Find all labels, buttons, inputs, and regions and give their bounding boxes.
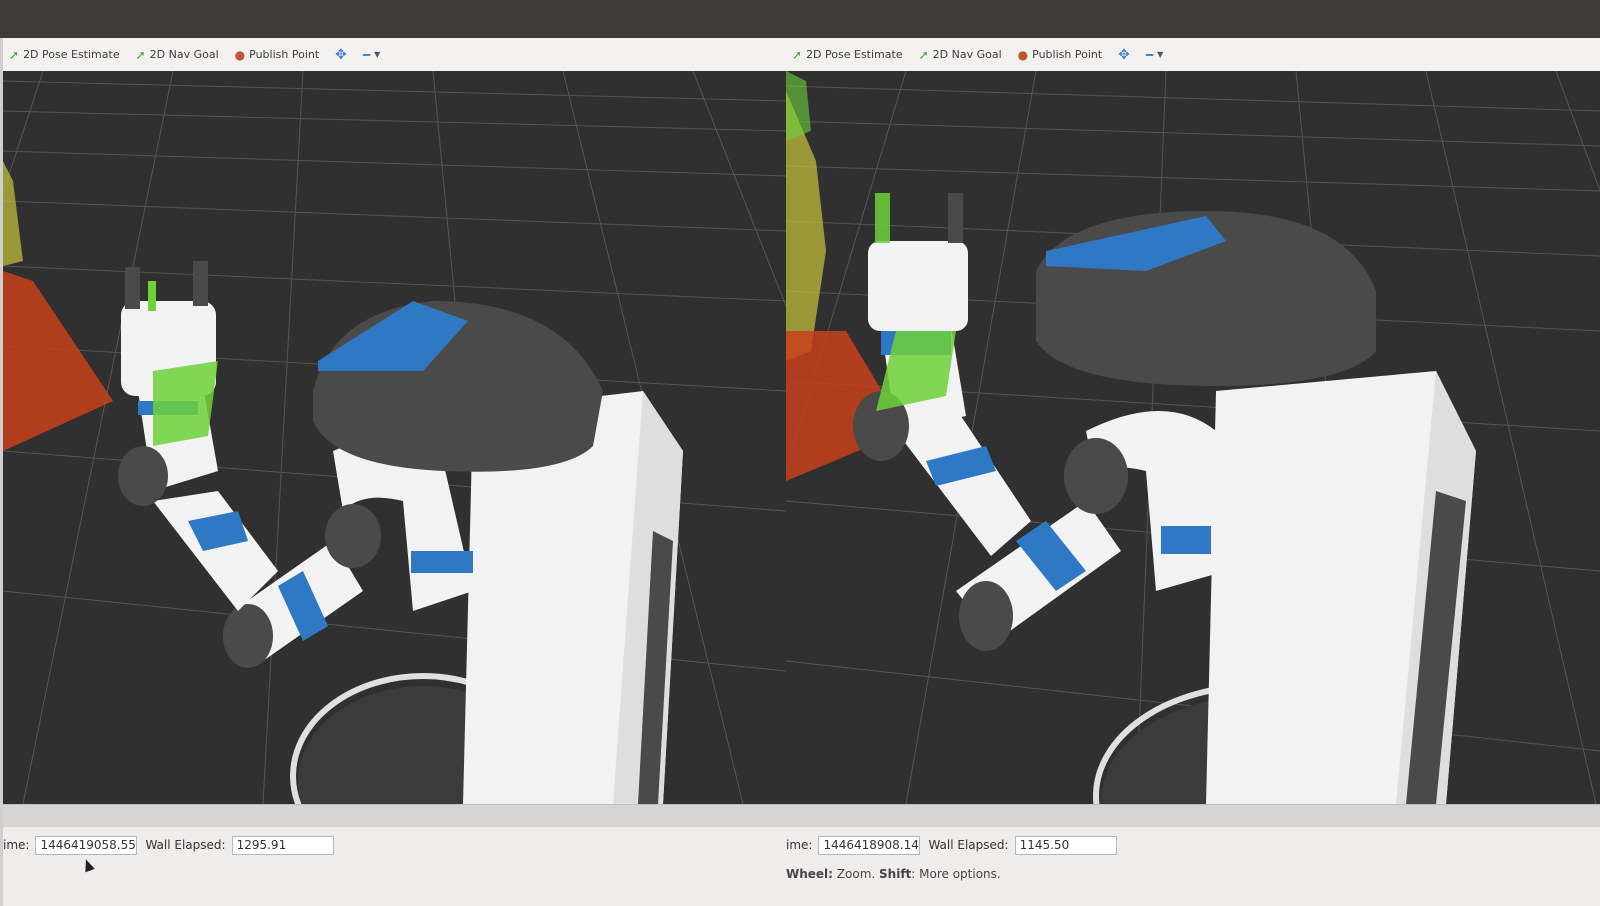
publish-point-button[interactable]: ● Publish Point (1018, 48, 1103, 62)
ros-time-label: ime: (786, 838, 813, 852)
right-status-separator (786, 804, 1600, 827)
wall-elapsed-field[interactable]: 1295.91 (231, 835, 334, 855)
pose-estimate-button[interactable]: ➚ 2D Pose Estimate (9, 48, 120, 62)
hint-more: : More options. (911, 867, 1001, 881)
plus-move-icon: ✥ (335, 46, 347, 63)
right-toolbar: ➚ 2D Pose Estimate ➚ 2D Nav Goal ● Publi… (786, 38, 1600, 72)
pose-estimate-arrow-icon: ➚ (792, 47, 803, 62)
remove-tool-button[interactable]: ━ ▼ (363, 48, 380, 62)
plus-move-icon: ✥ (1118, 46, 1130, 63)
nav-goal-button[interactable]: ➚ 2D Nav Goal (136, 48, 219, 62)
left-rviz-pane: ➚ 2D Pose Estimate ➚ 2D Nav Goal ● Publi… (0, 38, 786, 906)
map-pin-icon: ● (1017, 47, 1029, 62)
nav-goal-label: 2D Nav Goal (149, 48, 219, 61)
add-tool-button[interactable]: ✥ (1118, 47, 1130, 63)
nav-goal-button[interactable]: ➚ 2D Nav Goal (919, 48, 1002, 62)
remove-tool-button[interactable]: ━ ▼ (1146, 48, 1163, 62)
minus-icon: ━ (1145, 47, 1154, 62)
status-hint: Wheel: Zoom. Shift: More options. (786, 867, 1001, 881)
ros-time-field[interactable]: 1446418908.14 (818, 835, 921, 855)
pose-estimate-label: 2D Pose Estimate (23, 48, 120, 61)
left-toolbar: ➚ 2D Pose Estimate ➚ 2D Nav Goal ● Publi… (3, 38, 786, 72)
right-rviz-pane: ➚ 2D Pose Estimate ➚ 2D Nav Goal ● Publi… (786, 38, 1600, 906)
right-3d-viewport[interactable] (786, 71, 1600, 804)
wall-elapsed-label: Wall Elapsed: (928, 838, 1009, 852)
nav-goal-arrow-icon: ➚ (135, 47, 146, 62)
left-status-separator (3, 804, 786, 827)
ros-time-field[interactable]: 1446419058.55 (35, 835, 138, 855)
chevron-down-icon: ▼ (1157, 50, 1164, 59)
left-time-panel: ime: 1446419058.55 Wall Elapsed: 1295.91 (3, 833, 786, 857)
hint-shift: Shift (879, 867, 912, 881)
left-scene (3, 71, 786, 804)
pose-estimate-button[interactable]: ➚ 2D Pose Estimate (792, 48, 903, 62)
mouse-cursor-icon (81, 857, 95, 873)
nav-goal-label: 2D Nav Goal (932, 48, 1002, 61)
chevron-down-icon: ▼ (374, 50, 381, 59)
hint-wheel: Wheel: (786, 867, 833, 881)
pose-estimate-arrow-icon: ➚ (9, 47, 20, 62)
minus-icon: ━ (362, 47, 371, 62)
map-pin-icon: ● (234, 47, 246, 62)
wall-elapsed-field[interactable]: 1145.50 (1014, 835, 1117, 855)
pose-estimate-label: 2D Pose Estimate (806, 48, 903, 61)
publish-point-label: Publish Point (249, 48, 320, 61)
publish-point-label: Publish Point (1032, 48, 1103, 61)
wall-elapsed-label: Wall Elapsed: (145, 838, 226, 852)
ros-time-label: ime: (3, 838, 30, 852)
add-tool-button[interactable]: ✥ (335, 47, 347, 63)
window-title-bar (0, 0, 1600, 38)
publish-point-button[interactable]: ● Publish Point (235, 48, 320, 62)
nav-goal-arrow-icon: ➚ (918, 47, 929, 62)
left-3d-viewport[interactable] (3, 71, 786, 804)
right-scene (786, 71, 1600, 804)
right-time-panel: ime: 1446418908.14 Wall Elapsed: 1145.50 (786, 833, 1600, 857)
hint-zoom: Zoom. (832, 867, 880, 881)
